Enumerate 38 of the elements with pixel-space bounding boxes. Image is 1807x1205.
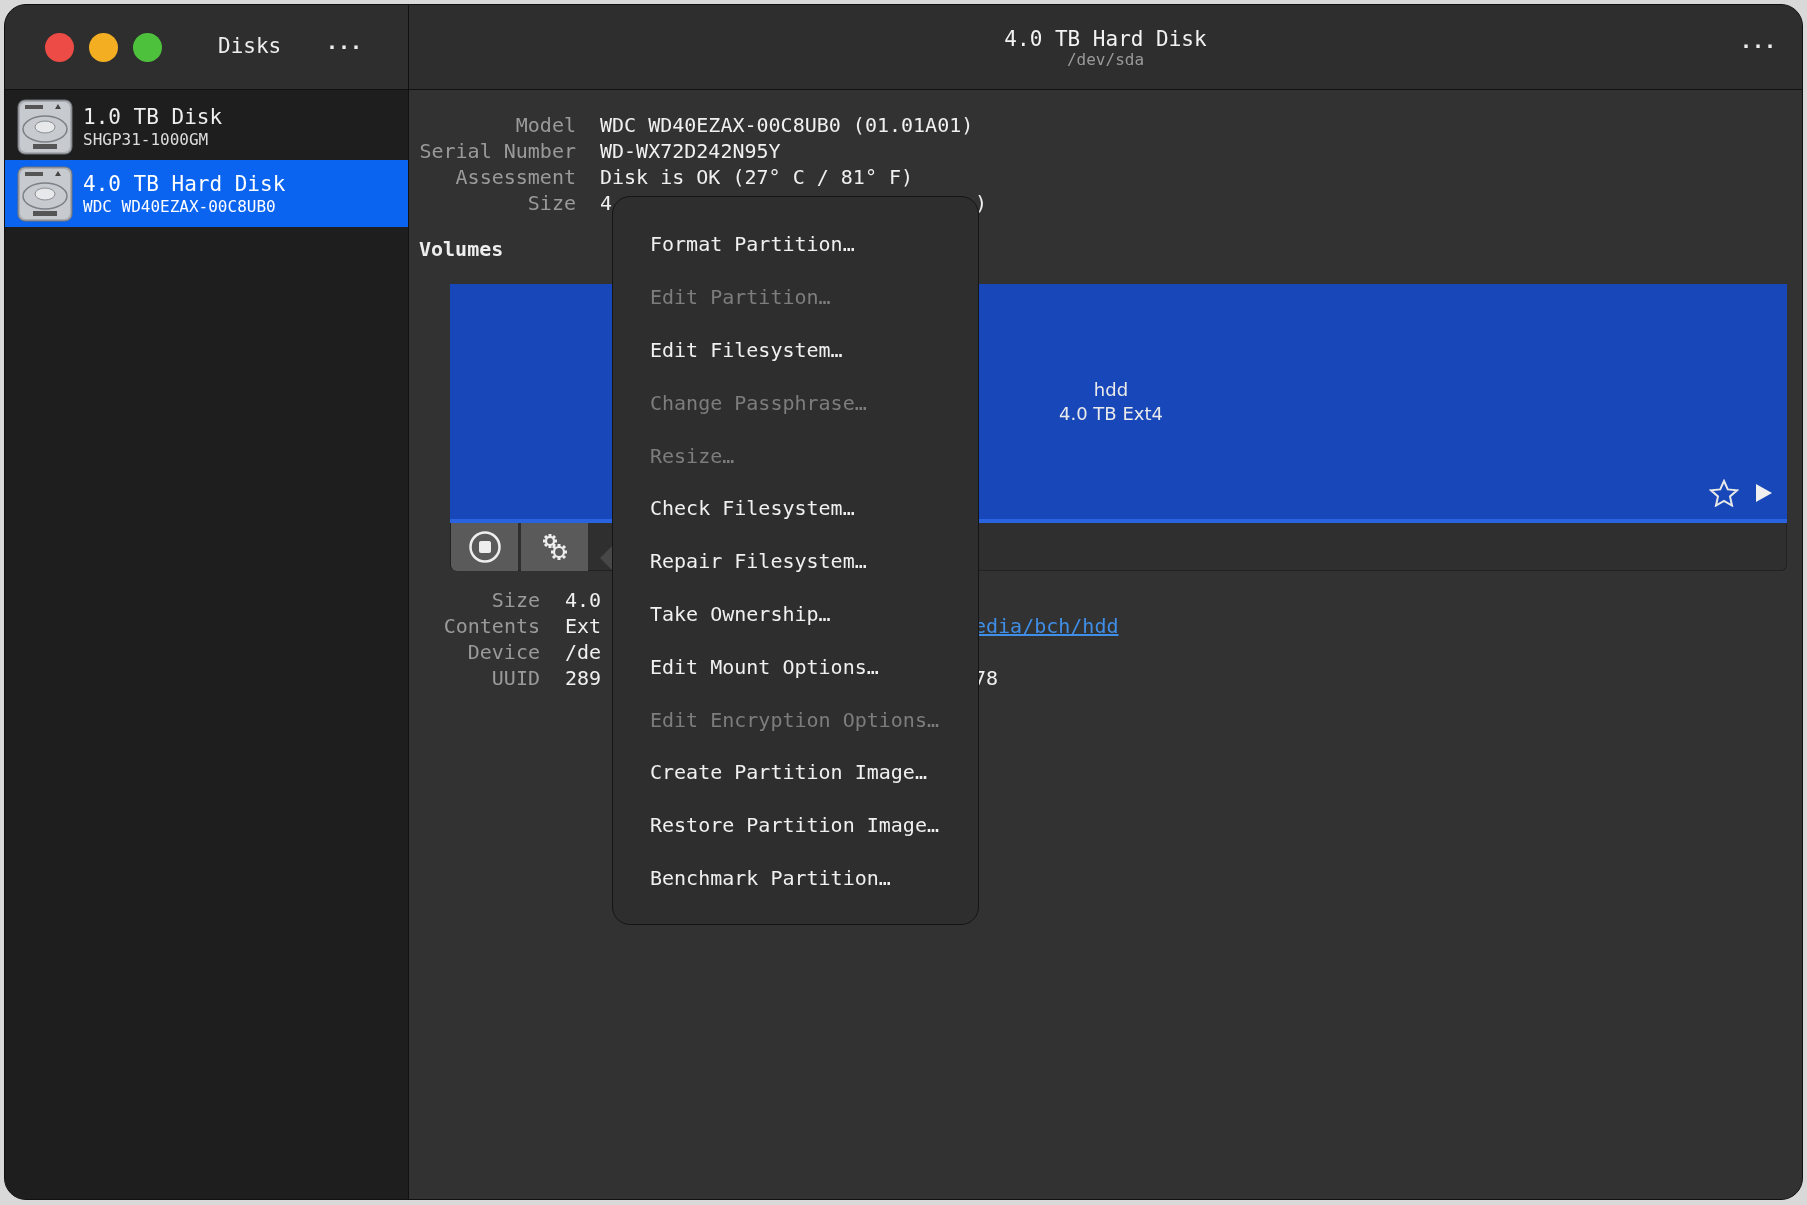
field-value: ) [975, 190, 988, 217]
field-value: 4 [600, 190, 613, 217]
window-subtitle: /dev/sda [1066, 51, 1145, 69]
disk-name: 4.0 TB Hard Disk [83, 170, 286, 197]
field-label: Assessment [454, 164, 576, 191]
disk-model: SHGP31-1000GM [83, 129, 210, 150]
field-value: 289 [565, 665, 602, 692]
field-label: Contents [442, 613, 540, 640]
menu-item[interactable]: Format Partition… [650, 218, 978, 271]
disk-list-item[interactable]: 4.0 TB Hard Disk WDC WD40EZAX-00C8UB0 [5, 160, 408, 227]
field-label: Model [514, 112, 576, 139]
field-label: Serial Number [419, 138, 576, 165]
field-value: Ext [565, 613, 602, 640]
menu-item[interactable]: Take Ownership… [650, 587, 978, 641]
field-value: 4.0 [565, 587, 602, 614]
menu-item[interactable]: Restore Partition Image… [650, 798, 978, 852]
sidebar-title: Disks [218, 33, 282, 61]
section-heading: Volumes [419, 236, 504, 263]
partition-name: hdd [1093, 377, 1129, 402]
menu-item[interactable]: Repair Filesystem… [650, 534, 978, 588]
menu-item[interactable]: Edit Filesystem… [650, 323, 978, 377]
field-value: WDC WD40EZAX-00C8UB0 (01.01A01) [600, 112, 974, 139]
menu-item[interactable]: Edit Mount Options… [650, 640, 978, 694]
more-button[interactable]: ··· [1739, 31, 1776, 61]
partition-description: 4.0 TB Ext4 [1059, 401, 1163, 426]
field-value: Disk is OK (27° C / 81° F) [600, 164, 914, 191]
field-value: /de [565, 639, 602, 666]
disk-name: 1.0 TB Disk [83, 103, 223, 130]
field-label: Size [490, 587, 540, 614]
disk-model: WDC WD40EZAX-00C8UB0 [83, 196, 277, 217]
field-label: UUID [490, 665, 540, 692]
more-button[interactable]: ··· [325, 32, 362, 62]
field-label: Size [526, 190, 576, 217]
field-label: Device [466, 639, 540, 666]
field-value: WD-WX72D242N95Y [600, 138, 781, 165]
window-title: 4.0 TB Hard Disk [1004, 27, 1207, 51]
menu-item[interactable]: Create Partition Image… [650, 745, 978, 799]
menu-item[interactable]: Benchmark Partition… [650, 851, 978, 905]
